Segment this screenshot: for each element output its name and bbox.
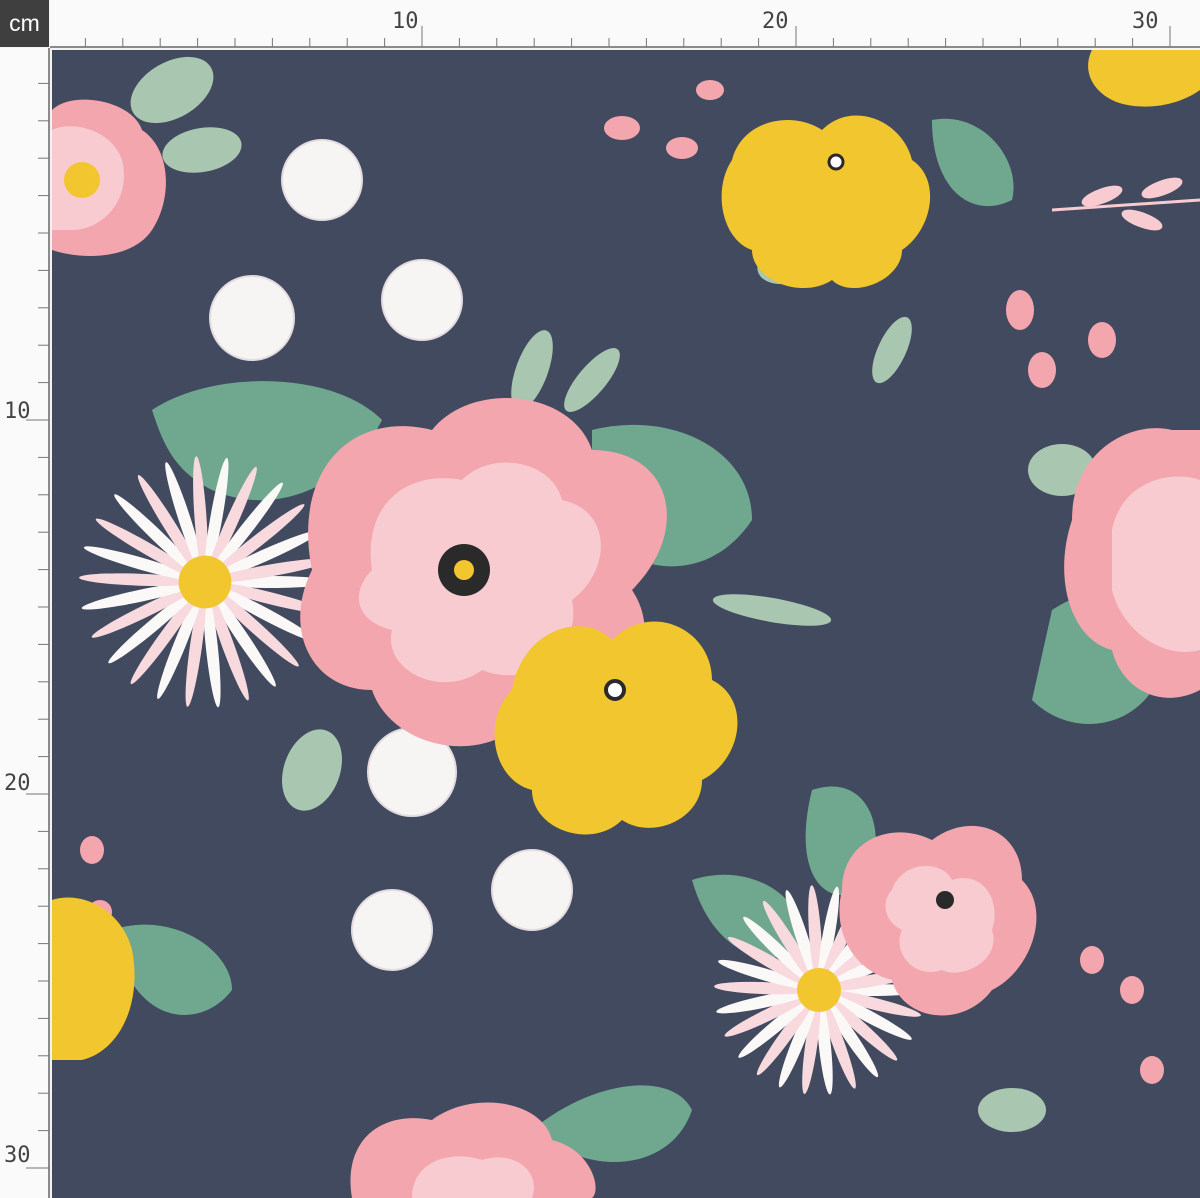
pink-flower	[52, 99, 166, 256]
daisy-center	[178, 555, 232, 609]
pink-branch	[1051, 177, 1200, 231]
top-ruler-label-10: 10	[392, 9, 419, 34]
left-ruler: 10 20 30	[0, 48, 50, 1198]
daisy-center	[797, 968, 841, 1012]
floral-fabric-swatch	[52, 50, 1200, 1198]
floral-pattern	[52, 50, 1200, 1198]
left-ruler-label-20: 20	[4, 771, 31, 796]
left-ruler-label-30: 30	[4, 1143, 31, 1168]
unit-label: cm	[0, 0, 49, 47]
top-ruler: 10 20 30	[50, 0, 1200, 48]
top-ruler-label-30: 30	[1132, 9, 1159, 34]
top-ruler-label-20: 20	[762, 9, 789, 34]
left-ruler-label-10: 10	[4, 399, 31, 424]
